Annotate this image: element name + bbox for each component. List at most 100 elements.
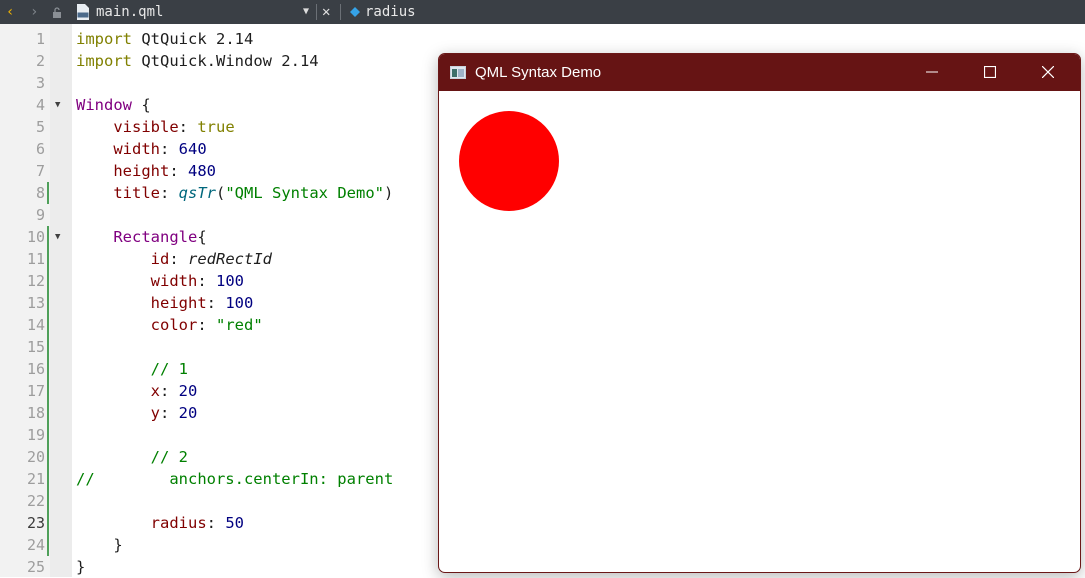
forward-arrow-icon[interactable]: › [30, 0, 38, 24]
code-token: 20 [178, 404, 198, 422]
minimize-button[interactable] [909, 54, 955, 91]
close-document-icon[interactable]: ✕ [322, 0, 330, 24]
code-token: { [197, 228, 207, 246]
line-number: 23 [26, 514, 45, 532]
unlock-icon[interactable] [52, 7, 62, 18]
code-token: : [169, 250, 188, 268]
code-token: id [150, 250, 170, 268]
line-number: 7 [35, 162, 45, 180]
back-arrow-icon[interactable]: ‹ [6, 0, 14, 24]
app-window[interactable]: QML Syntax Demo [438, 53, 1081, 573]
code-token: : [197, 316, 216, 334]
code-token: } [76, 536, 123, 554]
code-token: ) [383, 184, 394, 202]
code-token: "red" [216, 316, 263, 334]
code-token: } [76, 558, 86, 576]
line-number: 17 [26, 382, 45, 400]
code-editor[interactable]: import QtQuick 2.14 import QtQuick.Window… [76, 28, 393, 578]
line-number: 11 [26, 250, 45, 268]
code-token: title [113, 184, 160, 202]
code-line: import QtQuick 2.14 [76, 28, 393, 50]
code-token: 640 [178, 140, 207, 158]
window-app-icon [450, 66, 466, 79]
code-line: visible: true [76, 116, 393, 138]
chevron-down-icon[interactable]: ▼ [303, 0, 309, 24]
code-token: : [160, 382, 179, 400]
code-token: 480 [188, 162, 216, 180]
code-line: y: 20 [76, 402, 393, 424]
code-token: width [150, 272, 198, 290]
fold-gutter [50, 24, 72, 577]
line-number: 6 [35, 140, 45, 158]
maximize-icon [984, 66, 996, 78]
line-number: 14 [26, 316, 45, 334]
code-token: width [113, 140, 160, 158]
code-line: } [76, 534, 393, 556]
line-number: 5 [35, 118, 45, 136]
code-line: title: qsTr("QML Syntax Demo") [76, 182, 393, 204]
line-number: 2 [35, 52, 45, 70]
line-number: 22 [26, 492, 45, 510]
code-line: // anchors.centerIn: parent [76, 468, 393, 490]
toolbar-divider [340, 4, 341, 20]
code-token: redRectId [188, 250, 272, 268]
code-line: Window { [76, 94, 393, 116]
line-number: 4 [35, 96, 45, 114]
editor-toolbar: ‹ › main.qml ▼ ✕ radius [0, 0, 1085, 24]
code-token: height [113, 162, 170, 180]
code-token: color [150, 316, 198, 334]
maximize-button[interactable] [967, 54, 1013, 91]
code-token: : [160, 184, 179, 202]
code-token: x [150, 382, 160, 400]
code-token: true [197, 118, 235, 136]
code-token: // 1 [150, 360, 188, 378]
line-number: 8 [35, 184, 45, 202]
code-line: } [76, 556, 393, 578]
line-number: 25 [26, 558, 45, 576]
line-number: 3 [35, 74, 45, 92]
code-line: import QtQuick.Window 2.14 [76, 50, 393, 72]
code-token: visible [113, 118, 179, 136]
code-token: : [160, 404, 179, 422]
fold-arrow-icon[interactable]: ▼ [55, 94, 60, 116]
code-line: // 2 [76, 446, 393, 468]
code-token: : [178, 118, 198, 136]
change-marker [47, 182, 49, 204]
code-token: import [76, 30, 132, 48]
close-window-button[interactable] [1025, 54, 1071, 91]
code-line: Rectangle{ [76, 226, 393, 248]
line-number: 10 [26, 228, 45, 246]
code-token: 100 [216, 272, 244, 290]
change-marker [47, 226, 49, 556]
code-token: Rectangle [113, 228, 198, 246]
line-number: 15 [26, 338, 45, 356]
file-name[interactable]: main.qml [96, 0, 163, 24]
line-number: 20 [26, 448, 45, 466]
line-number: 24 [26, 536, 45, 554]
qml-file-icon [77, 4, 89, 20]
code-token: 100 [225, 294, 254, 312]
window-titlebar[interactable]: QML Syntax Demo [439, 54, 1080, 91]
symbol-selector[interactable]: radius [365, 0, 416, 24]
close-icon [1042, 66, 1054, 78]
symbol-diamond-icon [350, 7, 360, 17]
line-number: 16 [26, 360, 45, 378]
line-number: 18 [26, 404, 45, 422]
code-token: : [169, 162, 188, 180]
code-line: color: "red" [76, 314, 393, 336]
fold-arrow-icon[interactable]: ▼ [55, 226, 60, 248]
code-token: qsTr [178, 184, 216, 202]
code-token: // 2 [150, 448, 188, 466]
